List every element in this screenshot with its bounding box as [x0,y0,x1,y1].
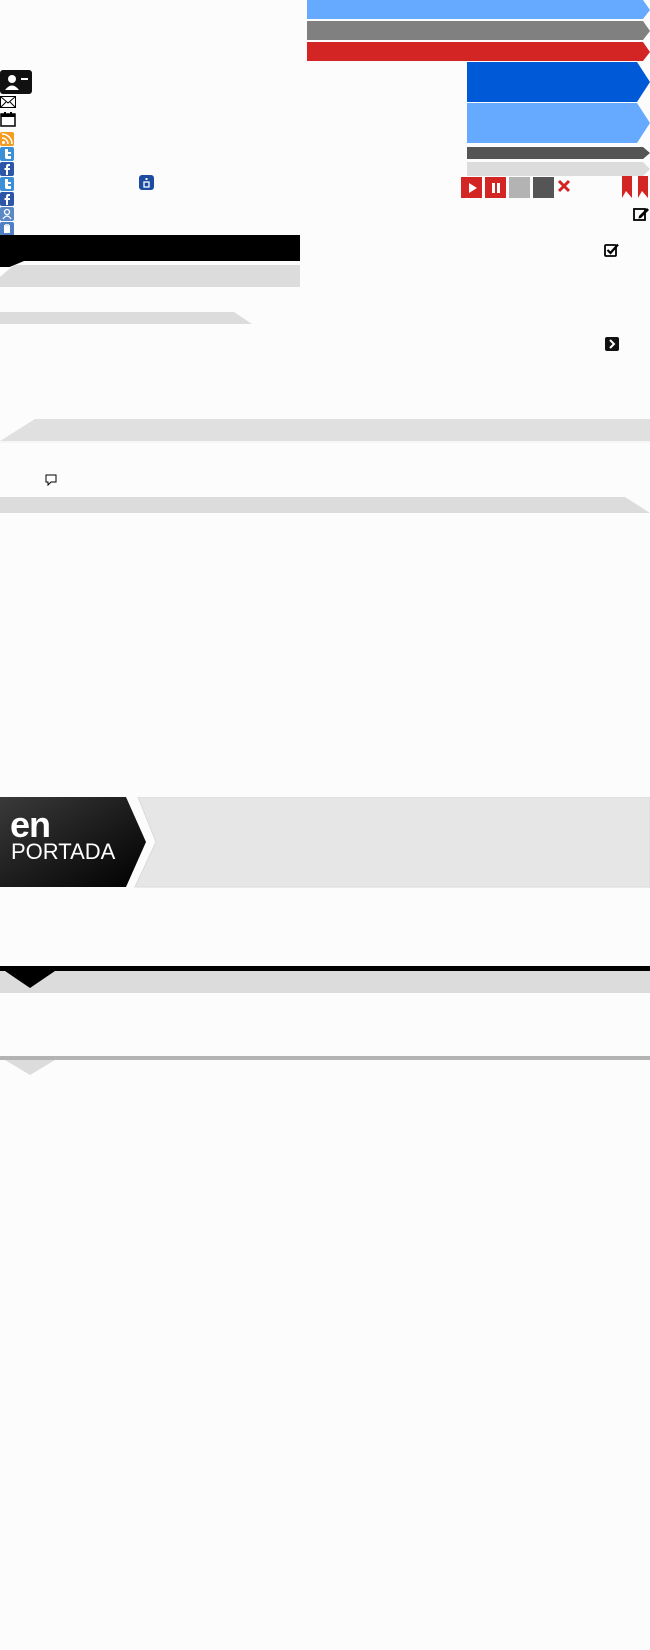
facebook-icon[interactable] [0,162,14,176]
close-icon[interactable] [556,178,572,194]
volume-box-dark[interactable] [533,177,554,198]
flag-icons [622,176,648,198]
share-icon[interactable] [0,207,14,221]
right-blocks [467,62,650,176]
en-portada-en-label: en [10,804,51,845]
en-portada-portada-label: PORTADA [11,839,116,864]
twitter-icon[interactable] [0,177,14,191]
tab-bar-red[interactable] [307,42,650,61]
flag-icon[interactable] [638,176,648,198]
rss-icon[interactable] [0,132,14,146]
bar-light-gray[interactable] [467,162,650,176]
flag-icon[interactable] [622,176,632,198]
pause-icon[interactable] [485,177,506,198]
en-portada-right-panel [134,797,650,888]
block-blue[interactable] [467,62,650,102]
tab-bar-gray[interactable] [307,21,650,40]
bookmark-icon[interactable] [0,222,14,236]
checkbox-checked-icon[interactable] [603,241,620,258]
edit-icon[interactable] [632,205,650,222]
bar-dark-gray[interactable] [467,147,650,159]
header-bar-gray [0,265,300,287]
thin-gray-bar [0,312,252,324]
top-tab-bars [307,0,650,61]
wide-gray-bar [0,419,650,443]
contact-card-icon[interactable] [0,70,32,94]
gray-bar-right-slope [0,497,650,513]
comment-icon[interactable] [44,473,58,487]
info-icon[interactable] [139,175,154,190]
chevron-right-icon[interactable] [605,337,619,351]
section-header-bar [0,235,300,287]
calendar-icon[interactable] [0,112,16,127]
mail-icon[interactable] [0,95,16,108]
tab-bar-light-blue[interactable] [307,0,650,19]
block-light-blue[interactable] [467,103,650,143]
facebook-icon[interactable] [0,192,14,206]
divider-gray [0,1056,650,1075]
twitter-icon[interactable] [0,147,14,161]
play-icon[interactable] [461,177,482,198]
volume-box-light[interactable] [509,177,530,198]
divider-black [0,966,650,993]
